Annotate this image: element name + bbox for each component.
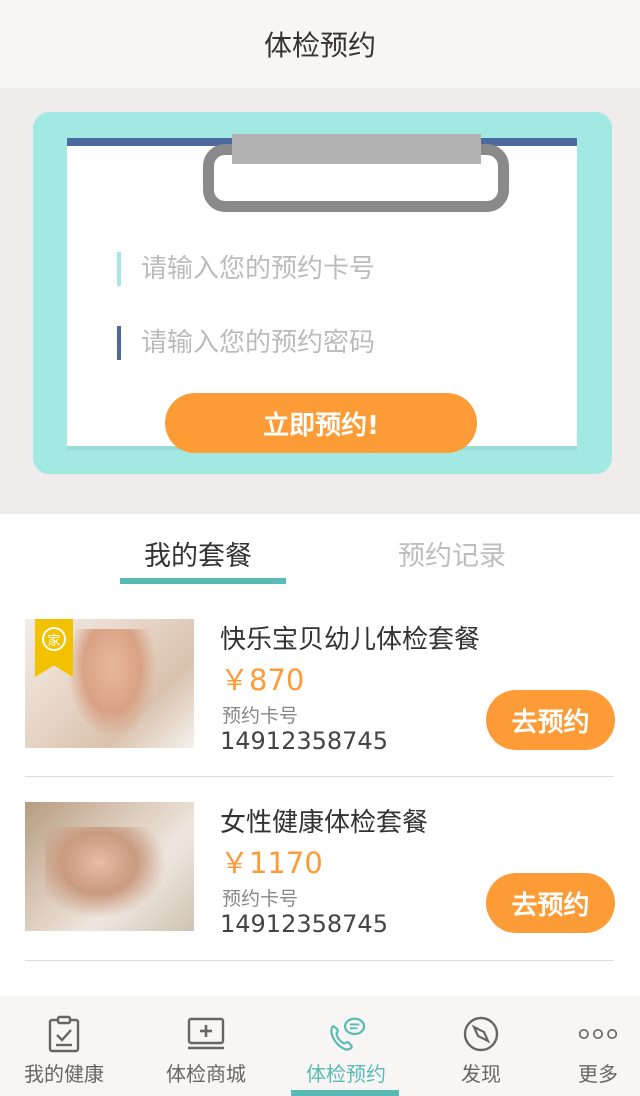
nav-item-checkup-booking[interactable]: 体检预约: [282, 996, 410, 1096]
phone-chat-icon: [326, 1014, 366, 1054]
package-image-woman: [25, 802, 194, 931]
go-book-button[interactable]: 去预约: [486, 873, 615, 933]
page-header: 体检预约: [0, 0, 640, 88]
field-accent-bar: [117, 326, 121, 360]
family-badge-icon: 家: [35, 619, 73, 677]
package-price: ￥870: [220, 663, 305, 697]
nav-item-my-health[interactable]: 我的健康: [0, 996, 128, 1096]
package-name: 女性健康体检套餐: [220, 808, 429, 838]
tab-bar: 我的套餐 预约记录: [0, 514, 640, 586]
nav-label: 体检预约: [306, 1062, 386, 1086]
book-now-button[interactable]: 立即预约!: [165, 393, 477, 453]
nav-label: 更多: [578, 1062, 618, 1086]
baby-figure: [67, 629, 157, 739]
package-image-baby: 家: [25, 619, 194, 748]
package-item[interactable]: 家 快乐宝贝幼儿体检套餐 ￥870 预约卡号 14912358745 去预约: [25, 619, 615, 769]
tab-booking-records[interactable]: 预约记录: [398, 534, 506, 573]
card-number-label: 预约卡号: [222, 888, 299, 910]
page-title: 体检预约: [263, 29, 376, 62]
divider: [25, 960, 614, 961]
card-number-label: 预约卡号: [222, 705, 299, 727]
go-book-button[interactable]: 去预约: [486, 690, 615, 750]
woman-figure: [45, 827, 165, 917]
clipboard-background: 立即预约!: [33, 112, 612, 474]
packages-section: 我的套餐 预约记录 家 快乐宝贝幼儿体检套餐 ￥870 预约卡号 1491235…: [0, 514, 640, 996]
field-accent-bar: [117, 252, 121, 286]
active-nav-indicator: [291, 1090, 399, 1096]
password-input[interactable]: [141, 328, 481, 358]
nav-item-more[interactable]: 更多: [534, 996, 640, 1096]
medical-monitor-icon: [186, 1014, 226, 1054]
package-item[interactable]: 女性健康体检套餐 ￥1170 预约卡号 14912358745 去预约: [25, 802, 615, 952]
booking-card-area: 立即预约!: [0, 88, 640, 496]
compass-icon: [461, 1014, 501, 1054]
booking-form-paper: 立即预约!: [67, 134, 577, 453]
family-badge-text: 家: [42, 627, 66, 651]
nav-label: 发现: [461, 1062, 501, 1086]
nav-label: 体检商城: [166, 1062, 246, 1086]
package-price: ￥1170: [220, 846, 323, 880]
package-name: 快乐宝贝幼儿体检套餐: [220, 625, 481, 655]
more-dots-icon: [578, 1014, 618, 1054]
password-field: [117, 326, 517, 360]
card-number-value: 14912358745: [220, 910, 388, 938]
bottom-nav: 我的健康 体检商城 体检预约 发现 更多: [0, 996, 640, 1096]
card-number-value: 14912358745: [220, 727, 388, 755]
tab-my-packages[interactable]: 我的套餐: [144, 534, 252, 573]
clipboard-clip-bar: [232, 134, 481, 164]
nav-item-checkup-store[interactable]: 体检商城: [142, 996, 270, 1096]
nav-label: 我的健康: [24, 1062, 104, 1086]
card-number-field: [117, 252, 517, 286]
clipboard-check-icon: [44, 1014, 84, 1054]
card-number-input[interactable]: [141, 254, 481, 284]
nav-item-discover[interactable]: 发现: [417, 996, 545, 1096]
divider: [25, 776, 614, 777]
active-tab-indicator: [120, 578, 286, 584]
